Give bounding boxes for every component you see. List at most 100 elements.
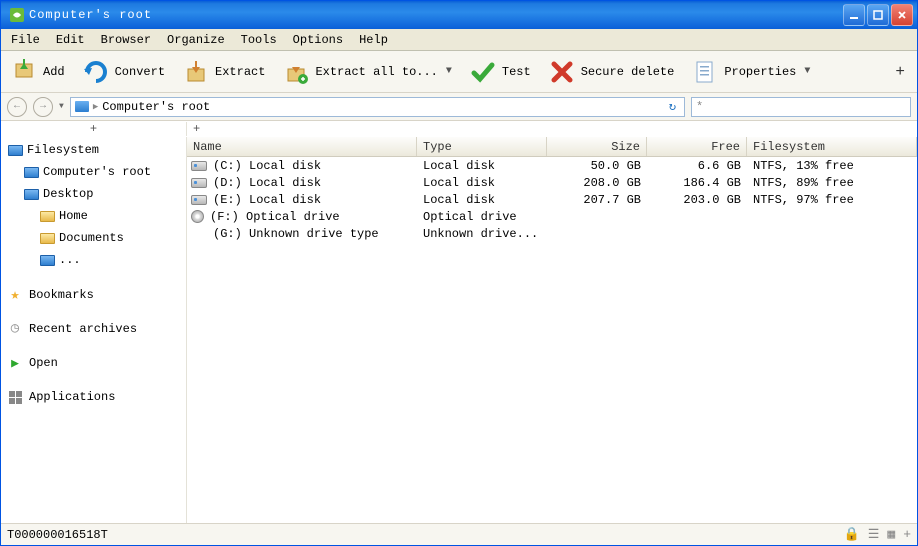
titlebar: Computer's root <box>1 1 917 29</box>
cell-name: (C:) Local disk <box>213 159 321 173</box>
toolbar-overflow-button[interactable]: + <box>889 63 911 81</box>
extract-icon <box>183 59 209 85</box>
folder-icon <box>39 230 55 246</box>
add-icon <box>11 59 37 85</box>
forward-button[interactable]: → <box>33 97 53 117</box>
cell-type: Local disk <box>417 175 547 191</box>
menu-browser[interactable]: Browser <box>95 31 157 49</box>
dropdown-icon[interactable]: ▼ <box>804 66 810 77</box>
menu-help[interactable]: Help <box>353 31 394 49</box>
folder-icon <box>39 208 55 224</box>
disk-icon <box>191 195 207 205</box>
cell-size: 207.7 GB <box>547 192 647 208</box>
cell-free: 203.0 GB <box>647 192 747 208</box>
cell-name: (G:) Unknown drive type <box>213 227 379 241</box>
cell-fs: NTFS, 89% free <box>747 175 917 191</box>
tree-label: Desktop <box>43 187 93 201</box>
navbar: ← → ▼ ▶ Computer's root ↻ * <box>1 93 917 121</box>
toolbar: Add Convert Extract Extract all to... ▼ … <box>1 51 917 93</box>
col-name[interactable]: Name <box>187 137 417 156</box>
secure-delete-button[interactable]: Secure delete <box>545 57 679 87</box>
secure-delete-label: Secure delete <box>581 65 675 79</box>
add-label: Add <box>43 65 65 79</box>
applications-section[interactable]: Applications <box>7 389 180 405</box>
folder-icon <box>23 186 39 202</box>
tree-more[interactable]: ... <box>7 251 180 269</box>
tree-computers-root[interactable]: Computer's root <box>7 163 180 181</box>
table-row[interactable]: (E:) Local diskLocal disk207.7 GB203.0 G… <box>187 191 917 208</box>
cell-name: (D:) Local disk <box>213 176 321 190</box>
extract-button[interactable]: Extract <box>179 57 269 87</box>
menu-organize[interactable]: Organize <box>161 31 231 49</box>
apps-label: Applications <box>29 390 115 404</box>
maximize-button[interactable] <box>867 4 889 26</box>
disk-icon <box>191 161 207 171</box>
secure-delete-icon <box>549 59 575 85</box>
extract-all-button[interactable]: Extract all to... ▼ <box>279 57 455 87</box>
properties-label: Properties <box>724 65 796 79</box>
app-icon <box>9 7 25 23</box>
cell-size <box>547 216 647 218</box>
status-overflow[interactable]: + <box>903 527 911 542</box>
lock-icon[interactable]: 🔒 <box>844 527 860 542</box>
folder-icon <box>7 142 23 158</box>
col-filesystem[interactable]: Filesystem <box>747 137 917 156</box>
col-size[interactable]: Size <box>547 137 647 156</box>
col-free[interactable]: Free <box>647 137 747 156</box>
sidebar-add-tab[interactable]: + <box>1 122 187 136</box>
close-button[interactable] <box>891 4 913 26</box>
file-rows: (C:) Local diskLocal disk50.0 GB6.6 GBNT… <box>187 157 917 523</box>
computer-icon <box>23 164 39 180</box>
tile-view-icon[interactable]: ▦ <box>887 527 895 542</box>
cell-free <box>647 216 747 218</box>
tree-label: Computer's root <box>43 165 151 179</box>
table-row[interactable]: (G:) Unknown drive type Unknown drive... <box>187 225 917 242</box>
table-row[interactable]: (D:) Local diskLocal disk208.0 GB186.4 G… <box>187 174 917 191</box>
tree-documents[interactable]: Documents <box>7 229 180 247</box>
minimize-button[interactable] <box>843 4 865 26</box>
content-add-tab[interactable]: + <box>187 122 200 136</box>
search-input[interactable]: * <box>691 97 911 117</box>
add-button[interactable]: Add <box>7 57 69 87</box>
folder-icon <box>39 252 55 268</box>
table-row[interactable]: (F:) Optical driveOptical drive <box>187 208 917 225</box>
menubar: File Edit Browser Organize Tools Options… <box>1 29 917 51</box>
bookmarks-section[interactable]: ★ Bookmarks <box>7 287 180 303</box>
list-view-icon[interactable]: ☰ <box>868 527 880 542</box>
cell-free: 6.6 GB <box>647 158 747 174</box>
recent-section[interactable]: ◷ Recent archives <box>7 321 180 337</box>
play-icon: ▶ <box>7 355 23 371</box>
menu-options[interactable]: Options <box>287 31 349 49</box>
address-path: Computer's root <box>102 100 210 114</box>
cell-size: 50.0 GB <box>547 158 647 174</box>
tree-label: ... <box>59 253 81 267</box>
menu-tools[interactable]: Tools <box>235 31 283 49</box>
tree-desktop[interactable]: Desktop <box>7 185 180 203</box>
cell-size: 208.0 GB <box>547 175 647 191</box>
history-dropdown[interactable]: ▼ <box>59 102 64 111</box>
test-label: Test <box>502 65 531 79</box>
menu-edit[interactable]: Edit <box>50 31 91 49</box>
col-type[interactable]: Type <box>417 137 547 156</box>
recent-label: Recent archives <box>29 322 137 336</box>
tree-filesystem[interactable]: Filesystem <box>7 141 180 159</box>
open-section[interactable]: ▶ Open <box>7 355 180 371</box>
back-button[interactable]: ← <box>7 97 27 117</box>
menu-file[interactable]: File <box>5 31 46 49</box>
cell-fs <box>747 233 917 235</box>
dropdown-icon[interactable]: ▼ <box>446 66 452 77</box>
cell-fs: NTFS, 13% free <box>747 158 917 174</box>
search-placeholder: * <box>696 100 703 114</box>
cell-type: Local disk <box>417 192 547 208</box>
cell-free <box>647 233 747 235</box>
refresh-icon[interactable]: ↻ <box>665 99 680 114</box>
cell-size <box>547 233 647 235</box>
extract-all-label: Extract all to... <box>315 65 437 79</box>
address-bar[interactable]: ▶ Computer's root ↻ <box>70 97 685 117</box>
table-row[interactable]: (C:) Local diskLocal disk50.0 GB6.6 GBNT… <box>187 157 917 174</box>
cell-type: Unknown drive... <box>417 226 547 242</box>
convert-button[interactable]: Convert <box>79 57 169 87</box>
tree-home[interactable]: Home <box>7 207 180 225</box>
properties-button[interactable]: Properties ▼ <box>688 57 814 87</box>
test-button[interactable]: Test <box>466 57 535 87</box>
